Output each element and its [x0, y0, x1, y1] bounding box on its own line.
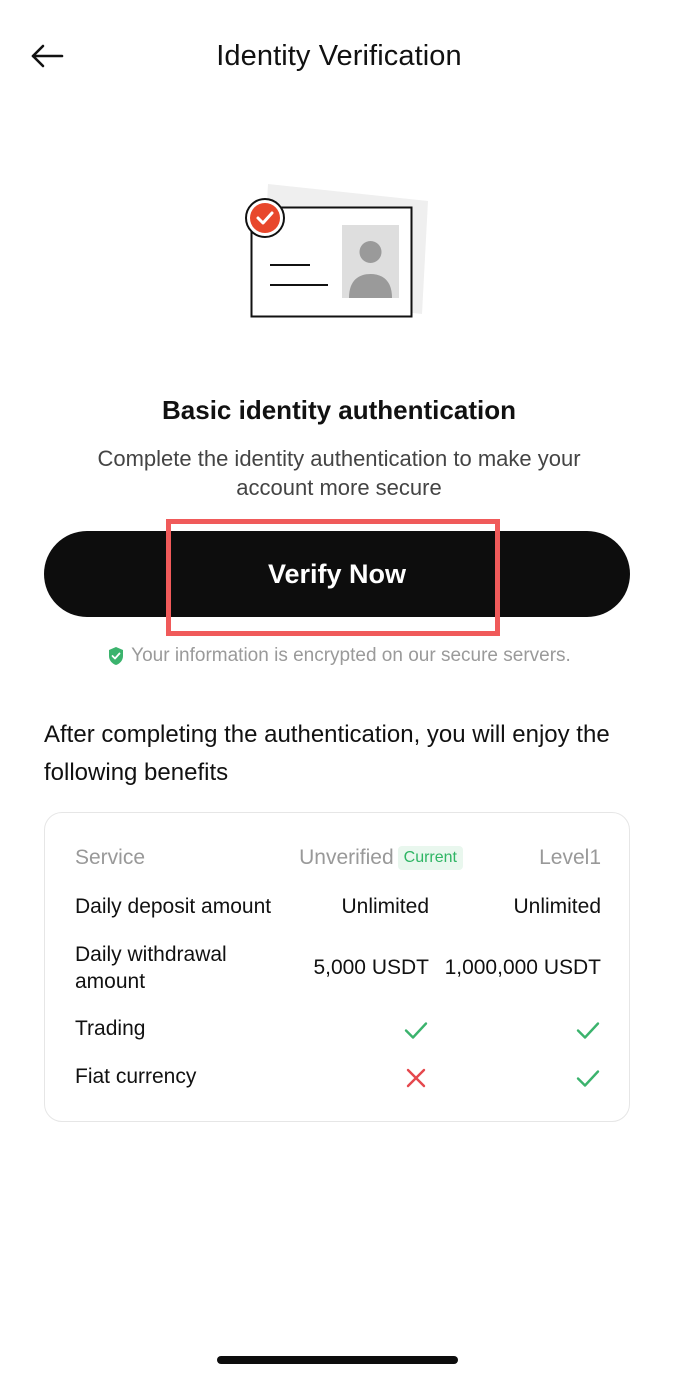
- id-card-verified-icon: [245, 184, 428, 318]
- header-level1: Level1: [539, 846, 601, 869]
- benefits-table: Service Unverified Current Level1 Daily d…: [44, 812, 630, 1122]
- id-card-illustration: [240, 180, 440, 330]
- row-level1-value: Unlimited: [513, 895, 601, 918]
- row-service-label: Daily deposit amount: [75, 895, 272, 918]
- row-unverified-value: [403, 1017, 429, 1043]
- row-service-label: Fiat currency: [75, 1065, 197, 1088]
- shield-check-icon: [109, 647, 124, 665]
- home-indicator[interactable]: [217, 1356, 458, 1364]
- row-level1-value: [575, 1065, 601, 1091]
- page-title: Identity Verification: [216, 40, 462, 72]
- header-unverified: Unverified Current: [299, 846, 463, 870]
- header-unverified-label: Unverified: [299, 846, 394, 869]
- check-icon: [576, 1022, 600, 1039]
- current-badge: Current: [397, 846, 463, 870]
- row-unverified-value: Unlimited: [341, 895, 429, 918]
- benefits-title: After completing the authentication, you…: [44, 721, 610, 786]
- check-icon: [576, 1070, 600, 1087]
- secure-note-text: Your information is encrypted on our sec…: [131, 645, 571, 666]
- row-level1-value: [575, 1017, 601, 1043]
- row-level1-value: 1,000,000 USDT: [444, 956, 601, 979]
- secure-note: Your information is encrypted on our sec…: [0, 645, 678, 667]
- row-service-label: Trading: [75, 1017, 146, 1040]
- hero-subtitle: Complete the identity authentication to …: [97, 446, 581, 500]
- check-icon: [404, 1022, 428, 1039]
- row-unverified-value: 5,000 USDT: [313, 956, 429, 979]
- app-header: Identity Verification: [0, 0, 678, 118]
- verify-now-button[interactable]: Verify Now: [44, 531, 630, 617]
- hero-title: Basic identity authentication: [162, 395, 516, 425]
- row-unverified-value: [403, 1065, 429, 1091]
- header-service: Service: [75, 846, 146, 869]
- cross-icon: [406, 1068, 426, 1088]
- row-service-label: Daily withdrawal amount: [75, 943, 227, 993]
- identity-verification-screen: Identity Verification Basic identity aut…: [0, 0, 678, 1374]
